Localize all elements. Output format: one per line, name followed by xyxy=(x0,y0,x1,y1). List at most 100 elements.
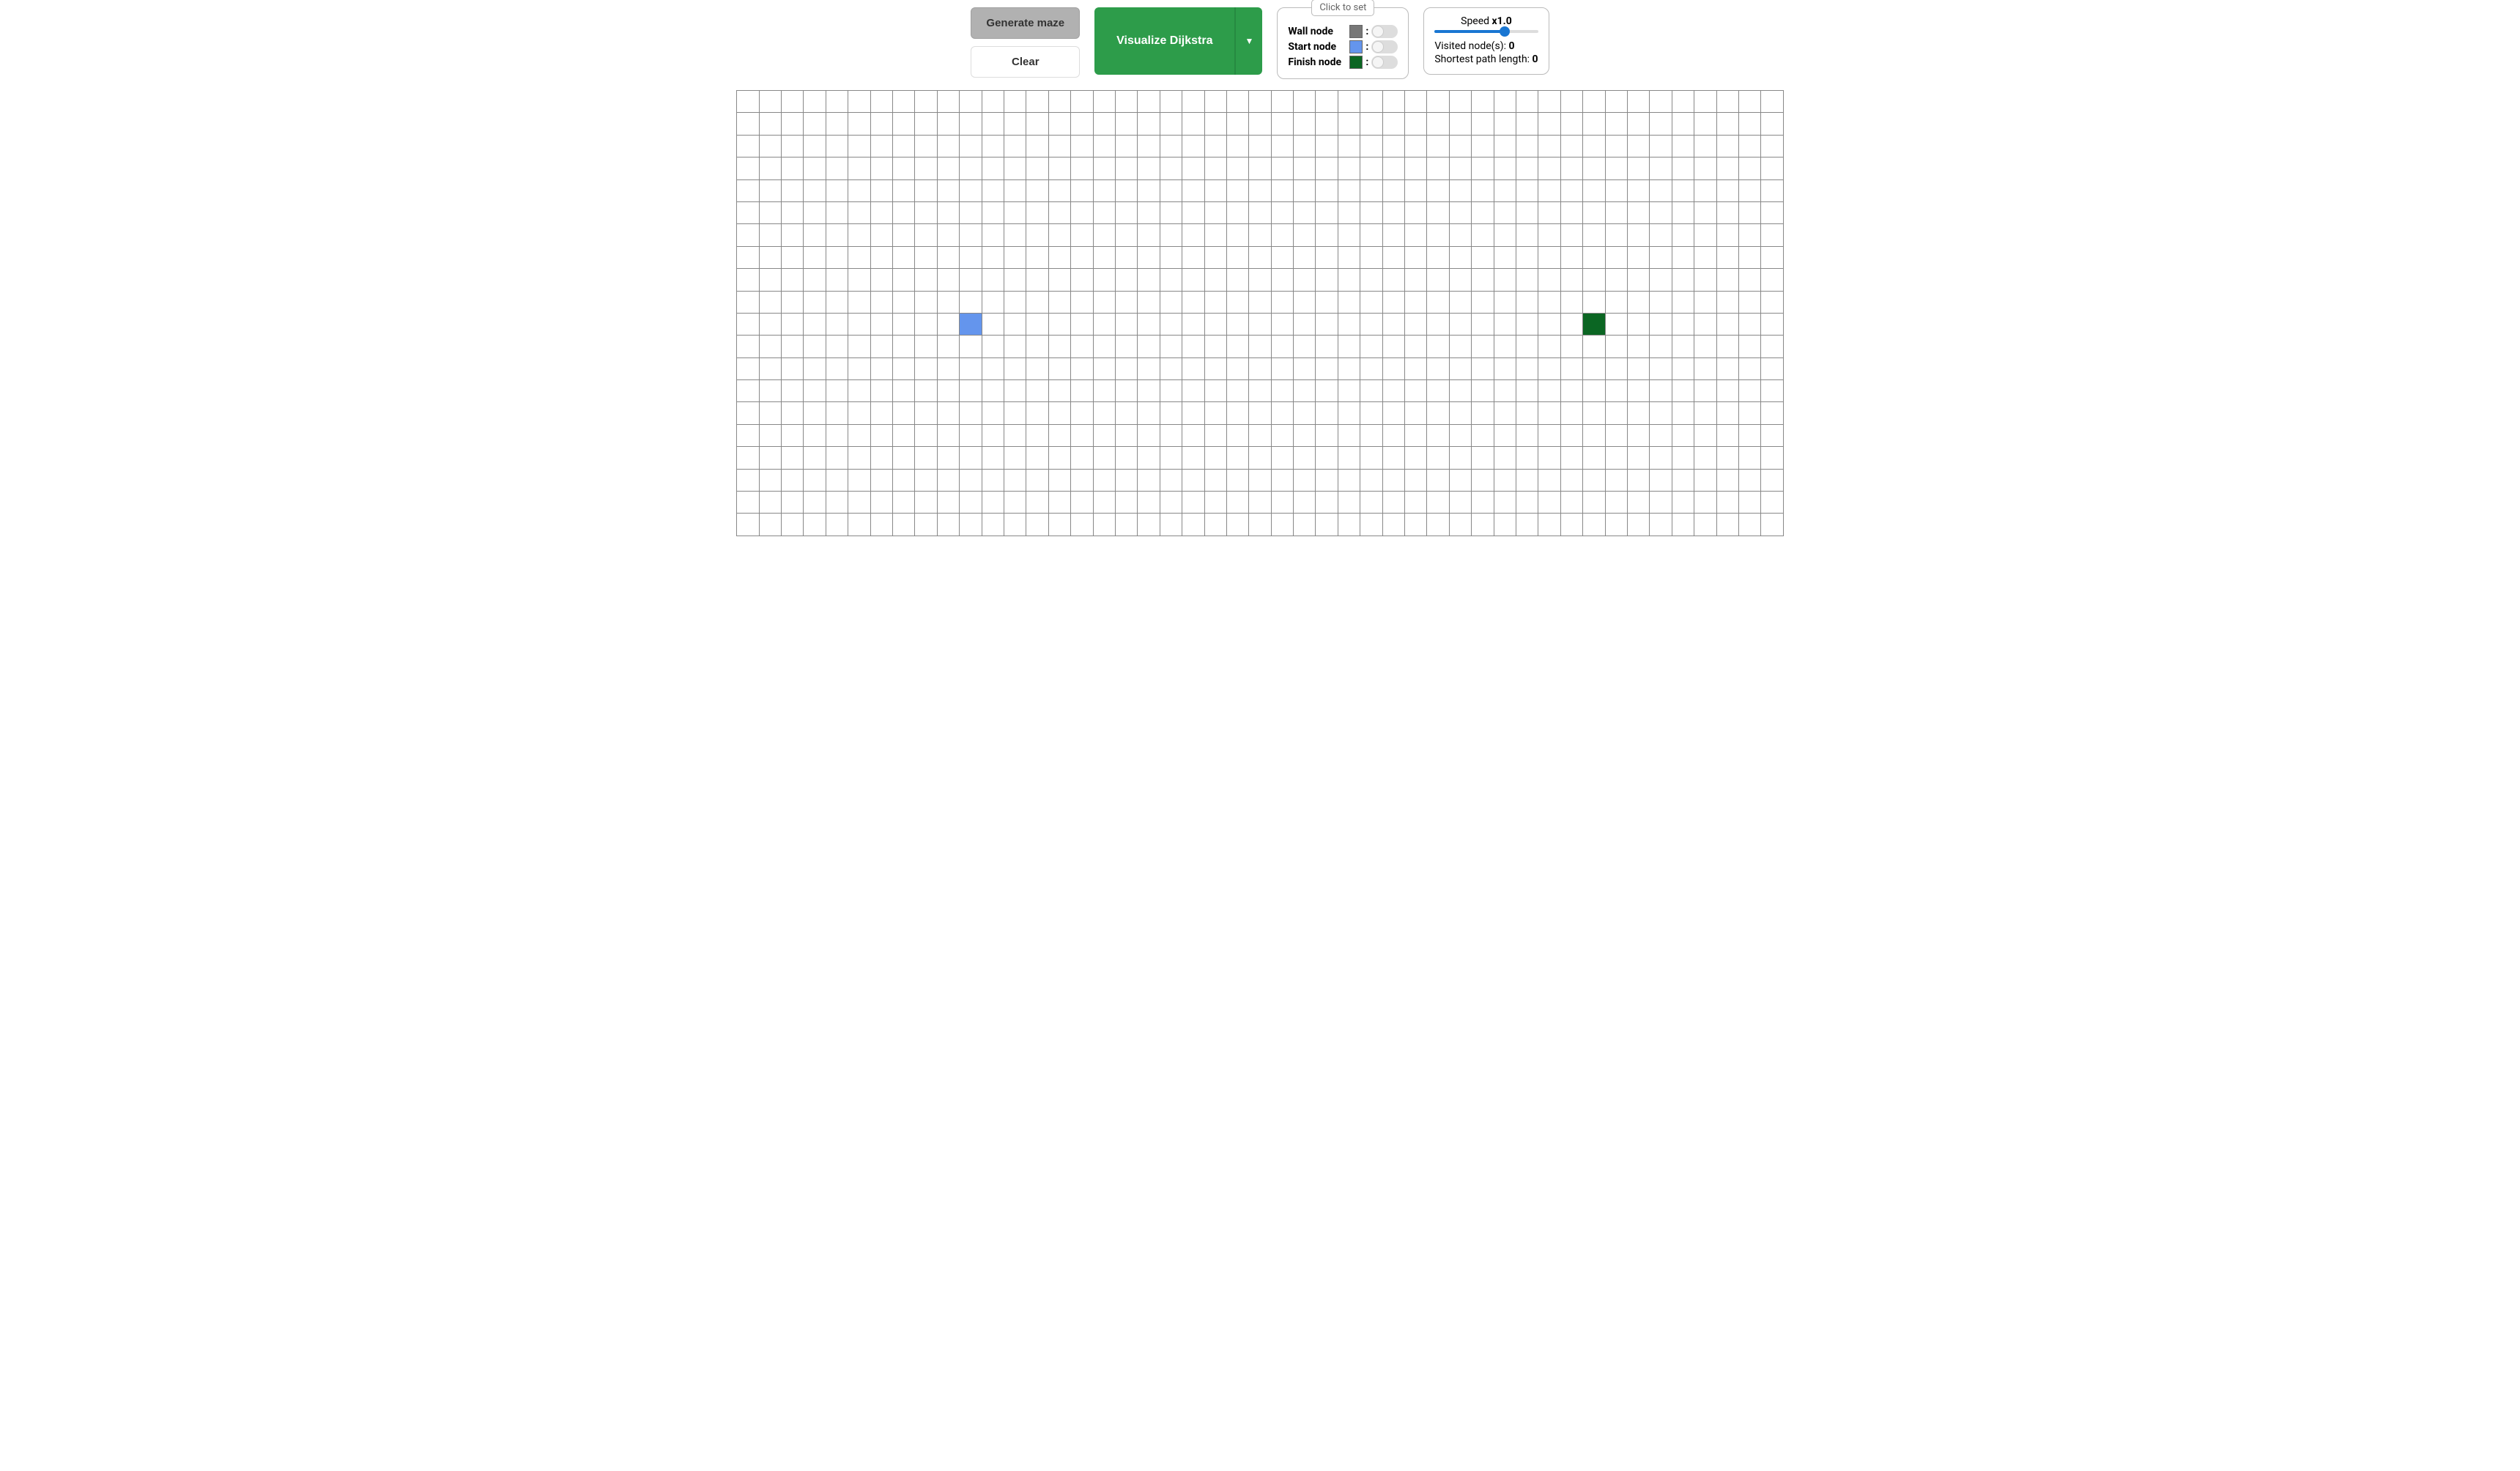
grid-cell[interactable] xyxy=(1382,402,1404,424)
grid-cell[interactable] xyxy=(1738,336,1760,357)
grid-cell[interactable] xyxy=(1738,113,1760,135)
grid-cell[interactable] xyxy=(848,313,870,335)
grid-cell[interactable] xyxy=(1761,357,1783,379)
grid-cell[interactable] xyxy=(1160,313,1182,335)
grid-cell[interactable] xyxy=(1048,135,1070,157)
grid-cell[interactable] xyxy=(1560,357,1582,379)
grid-cell[interactable] xyxy=(1672,224,1694,246)
grid-cell[interactable] xyxy=(893,179,915,201)
grid-cell[interactable] xyxy=(1382,91,1404,113)
grid-cell[interactable] xyxy=(960,113,982,135)
grid-cell[interactable] xyxy=(1316,424,1338,446)
grid-cell[interactable] xyxy=(870,246,892,268)
grid-cell[interactable] xyxy=(1650,201,1672,223)
grid-cell[interactable] xyxy=(1650,380,1672,402)
grid-cell[interactable] xyxy=(1316,469,1338,491)
grid-cell[interactable] xyxy=(1138,402,1160,424)
grid-cell[interactable] xyxy=(1182,380,1204,402)
grid-cell[interactable] xyxy=(1449,91,1471,113)
grid-cell[interactable] xyxy=(1427,492,1449,514)
grid-cell[interactable] xyxy=(937,514,959,536)
grid-cell[interactable] xyxy=(1026,179,1048,201)
grid-cell[interactable] xyxy=(782,224,804,246)
grid-cell[interactable] xyxy=(826,224,848,246)
grid-cell[interactable] xyxy=(1048,158,1070,179)
grid-cell[interactable] xyxy=(960,492,982,514)
grid-cell[interactable] xyxy=(1738,313,1760,335)
grid-cell[interactable] xyxy=(1694,380,1716,402)
grid-cell[interactable] xyxy=(893,113,915,135)
grid-cell[interactable] xyxy=(1650,269,1672,291)
grid-cell[interactable] xyxy=(1382,424,1404,446)
grid-cell[interactable] xyxy=(1093,514,1115,536)
grid-cell[interactable] xyxy=(1405,447,1427,469)
grid-cell[interactable] xyxy=(915,91,937,113)
grid-cell[interactable] xyxy=(960,380,982,402)
grid-cell[interactable] xyxy=(960,291,982,313)
grid-cell[interactable] xyxy=(915,113,937,135)
grid-cell[interactable] xyxy=(1427,179,1449,201)
grid-cell[interactable] xyxy=(1004,224,1026,246)
grid-cell[interactable] xyxy=(826,469,848,491)
grid-cell[interactable] xyxy=(1583,269,1605,291)
grid-cell[interactable] xyxy=(1338,492,1360,514)
grid-cell[interactable] xyxy=(960,447,982,469)
grid-cell[interactable] xyxy=(1294,336,1316,357)
grid-cell[interactable] xyxy=(893,469,915,491)
grid-cell[interactable] xyxy=(1026,113,1048,135)
grid-cell[interactable] xyxy=(1271,402,1293,424)
grid-cell[interactable] xyxy=(1249,357,1271,379)
grid-cell[interactable] xyxy=(1004,357,1026,379)
grid-cell[interactable] xyxy=(1583,336,1605,357)
grid-cell[interactable] xyxy=(1449,380,1471,402)
grid-cell[interactable] xyxy=(1360,313,1382,335)
grid-cell[interactable] xyxy=(848,269,870,291)
grid-cell[interactable] xyxy=(1627,357,1649,379)
grid-cell[interactable] xyxy=(1338,313,1360,335)
grid-cell[interactable] xyxy=(1271,291,1293,313)
grid-cell[interactable] xyxy=(1294,313,1316,335)
grid-cell[interactable] xyxy=(1761,158,1783,179)
grid-cell[interactable] xyxy=(1583,424,1605,446)
grid-cell[interactable] xyxy=(960,402,982,424)
grid-cell[interactable] xyxy=(804,91,826,113)
grid-cell[interactable] xyxy=(1093,291,1115,313)
grid-cell[interactable] xyxy=(1627,402,1649,424)
grid-cell[interactable] xyxy=(893,135,915,157)
grid-cell[interactable] xyxy=(1605,447,1627,469)
grid-cell[interactable] xyxy=(1182,447,1204,469)
grid-cell[interactable] xyxy=(1115,158,1137,179)
grid-cell[interactable] xyxy=(1672,357,1694,379)
grid-cell[interactable] xyxy=(1405,135,1427,157)
grid-cell[interactable] xyxy=(759,291,781,313)
grid-cell[interactable] xyxy=(1160,224,1182,246)
grid-cell[interactable] xyxy=(1271,357,1293,379)
grid-cell[interactable] xyxy=(737,492,759,514)
grid-cell[interactable] xyxy=(1004,158,1026,179)
grid-cell[interactable] xyxy=(848,336,870,357)
grid-cell[interactable] xyxy=(1449,313,1471,335)
grid-cell[interactable] xyxy=(1294,514,1316,536)
grid-cell[interactable] xyxy=(1738,469,1760,491)
grid-cell[interactable] xyxy=(1048,514,1070,536)
grid-cell[interactable] xyxy=(1026,424,1048,446)
grid-cell[interactable] xyxy=(1538,424,1560,446)
grid-cell[interactable] xyxy=(1338,113,1360,135)
grid-cell[interactable] xyxy=(1182,201,1204,223)
grid-cell[interactable] xyxy=(1316,113,1338,135)
finish-node[interactable] xyxy=(1583,313,1605,335)
grid-cell[interactable] xyxy=(1382,246,1404,268)
grid-cell[interactable] xyxy=(826,402,848,424)
grid-cell[interactable] xyxy=(759,158,781,179)
grid-cell[interactable] xyxy=(826,113,848,135)
grid-cell[interactable] xyxy=(1338,135,1360,157)
grid-cell[interactable] xyxy=(1316,224,1338,246)
grid-cell[interactable] xyxy=(1494,224,1516,246)
grid-cell[interactable] xyxy=(870,179,892,201)
grid-cell[interactable] xyxy=(1071,492,1093,514)
grid-cell[interactable] xyxy=(737,179,759,201)
grid-cell[interactable] xyxy=(1627,380,1649,402)
grid-cell[interactable] xyxy=(826,492,848,514)
grid-cell[interactable] xyxy=(1182,514,1204,536)
grid-cell[interactable] xyxy=(1449,224,1471,246)
